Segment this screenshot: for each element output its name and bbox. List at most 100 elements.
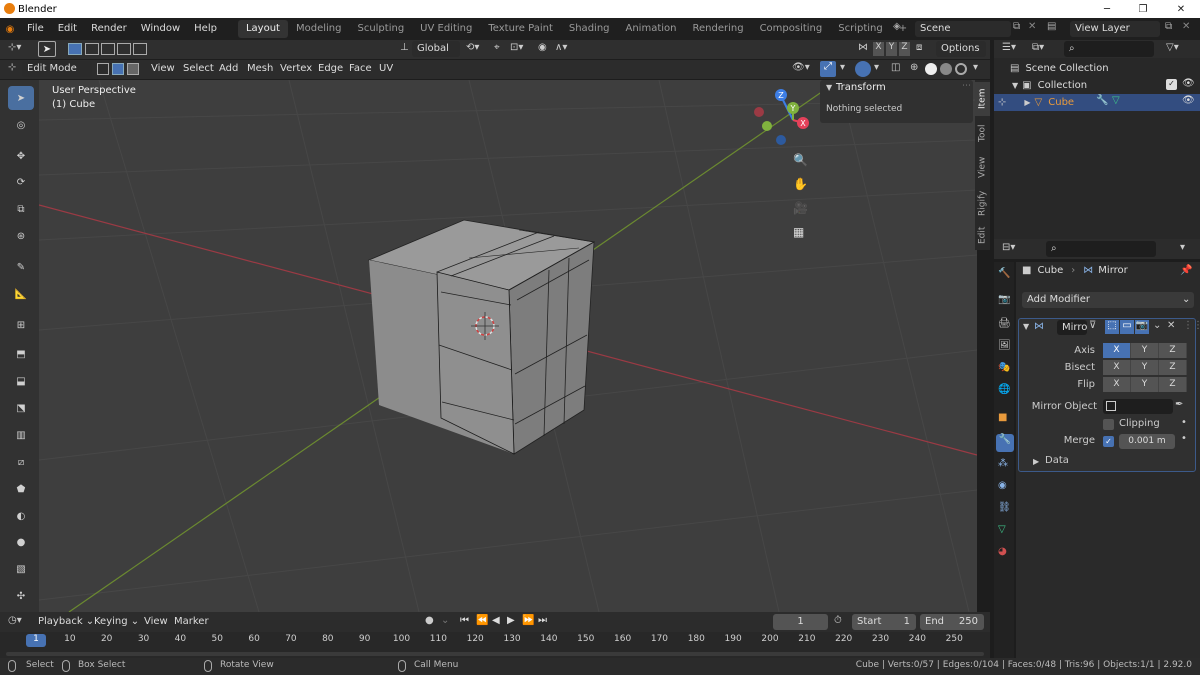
collection-exclude-checkbox[interactable]: ✓ [1166, 79, 1177, 90]
timeline-menu-playback[interactable]: Playback ⌄ [34, 611, 98, 633]
editor-type-icon[interactable]: ⊹▾ [8, 42, 21, 53]
move-tool-icon[interactable]: ✥ [8, 144, 34, 168]
clipping-checkbox[interactable] [1103, 419, 1114, 430]
overlays-icon[interactable] [855, 61, 871, 77]
physics-properties-icon[interactable]: ◉ [998, 480, 1007, 491]
select-box-tool-icon[interactable]: ➤ [8, 86, 34, 110]
bevel-tool-icon[interactable]: ⬔ [8, 396, 34, 420]
overlays-dropdown-icon[interactable]: ▾ [874, 62, 879, 73]
timeline-scrollbar[interactable] [6, 652, 984, 656]
jump-next-keyframe-icon[interactable]: ⏩ [522, 615, 534, 626]
mode-dropdown[interactable]: Edit Mode [22, 61, 92, 77]
xray-icon[interactable]: ◫ [891, 62, 900, 73]
flip-y-toggle[interactable]: Y [1131, 377, 1159, 392]
display-mode-icon[interactable]: ⧉▾ [1032, 42, 1044, 53]
edge-select-mode-icon[interactable] [112, 63, 124, 75]
modifier-menu-chevron-icon[interactable]: ⌄ [1153, 320, 1161, 331]
view-layer-selector[interactable]: View Layer [1070, 21, 1160, 37]
delete-view-layer-icon[interactable]: ✕ [1182, 21, 1196, 32]
ortho-grid-icon[interactable]: ▦ [793, 225, 811, 243]
add-cube-tool-icon[interactable]: ⊞ [8, 313, 34, 337]
workspace-tab-uv-editing[interactable]: UV Editing [412, 20, 480, 38]
mirror-object-field[interactable] [1103, 399, 1173, 414]
proportional-edit-icon[interactable]: ◉ [538, 42, 547, 53]
menu-edit[interactable]: Edit [51, 18, 84, 40]
gizmo-dropdown-icon[interactable]: ▾ [840, 62, 845, 73]
new-scene-icon[interactable]: ⧉ [1013, 21, 1027, 32]
outliner-row-cube[interactable]: ⊹ ▶ ▽ Cube 🔧 ▽ 👁 [994, 94, 1200, 111]
workspace-tab-modeling[interactable]: Modeling [288, 20, 350, 38]
3d-viewport[interactable]: User Perspective (1) Cube Z Y X 🔍 ✋ 🎥 ▦ [39, 80, 977, 612]
smooth-tool-icon[interactable]: ● [8, 530, 34, 554]
axis-x-toggle[interactable]: X [1103, 343, 1131, 358]
viewport-menu-uv[interactable]: UV [372, 58, 400, 80]
workspace-tab-animation[interactable]: Animation [618, 20, 685, 38]
select-mode-intersect-icon[interactable] [133, 43, 147, 55]
new-view-layer-icon[interactable]: ⧉ [1165, 21, 1179, 32]
outliner-search-field[interactable]: ⌕ [1064, 41, 1154, 57]
camera-view-icon[interactable]: 🎥 [793, 201, 811, 219]
workspace-tab-scripting[interactable]: Scripting [830, 20, 890, 38]
preview-range-icon[interactable]: ⏱ [834, 615, 842, 626]
maximize-button[interactable]: ❐ [1126, 0, 1160, 18]
record-keyframe-icon[interactable]: ● [425, 615, 434, 626]
play-icon[interactable]: ▶ [507, 615, 515, 626]
flip-x-toggle[interactable]: X [1103, 377, 1131, 392]
properties-search-field[interactable]: ⌕ [1046, 241, 1156, 257]
workspace-tab-layout[interactable]: Layout [237, 20, 288, 38]
menu-file[interactable]: File [20, 18, 51, 40]
clipping-keyframe-dot[interactable]: • [1181, 417, 1187, 428]
properties-options-icon[interactable]: ▾ [1180, 242, 1185, 253]
visibility-icon[interactable]: 👁▾ [792, 62, 810, 73]
jump-start-icon[interactable]: ⏮ [460, 615, 469, 626]
gizmo-neg-z[interactable] [776, 135, 786, 145]
show-in-viewport-icon[interactable]: ▭ [1120, 320, 1134, 334]
pivot-point-icon[interactable]: ⟲▾ [466, 42, 479, 53]
outliner-editor-icon[interactable]: ☰▾ [1002, 42, 1016, 53]
world-properties-icon[interactable]: 🌐 [998, 384, 1010, 395]
modifier-name-field[interactable]: Mirro [1057, 320, 1087, 335]
auto-merge-icon[interactable]: ⧈ [916, 42, 922, 53]
loop-cut-tool-icon[interactable]: ▥ [8, 423, 34, 447]
data-subpanel-label[interactable]: Data [1045, 455, 1069, 466]
transform-orientation-dropdown[interactable]: Global [412, 41, 460, 57]
modifier-collapse-icon[interactable]: ▼ [1023, 322, 1029, 331]
vertex-select-mode-icon[interactable] [97, 63, 109, 75]
rendered-shading-icon[interactable] [955, 63, 967, 75]
gizmo-neg-x[interactable] [754, 107, 764, 117]
expand-cube-icon[interactable]: ▶ [1024, 98, 1030, 107]
object-properties-icon[interactable]: ■ [998, 412, 1007, 423]
shading-dropdown-icon[interactable]: ▾ [973, 62, 978, 73]
view-layer-properties-icon[interactable]: 🖼 [998, 340, 1011, 351]
rotate-tool-icon[interactable]: ⟳ [8, 170, 34, 194]
properties-editor-icon[interactable]: ⊟▾ [1002, 242, 1015, 253]
timeline-menu-view[interactable]: View [140, 611, 172, 633]
jump-end-icon[interactable]: ⏭ [538, 615, 547, 626]
expand-collection-icon[interactable]: ▼ [1012, 81, 1018, 90]
menu-help[interactable]: Help [187, 18, 224, 40]
frame-ruler[interactable]: 1 10 20 30 40 50 60 70 80 90 100 110 120 130 140 150 160… [0, 633, 990, 649]
edit-mode-cage-icon[interactable]: ⊽ [1089, 320, 1103, 334]
outliner-row-collection[interactable]: ▼ ▣ Collection ✓ 👁 [994, 77, 1200, 94]
remove-modifier-icon[interactable]: ✕ [1167, 320, 1175, 331]
transform-tool-icon[interactable]: ⊛ [8, 224, 34, 248]
snap-icon[interactable]: ⌖ [494, 42, 500, 53]
mirror-axis-y[interactable]: Y [886, 42, 897, 56]
inset-tool-icon[interactable]: ⬓ [8, 369, 34, 393]
axis-z-toggle[interactable]: Z [1159, 343, 1187, 358]
falloff-icon[interactable]: ∧▾ [555, 42, 567, 53]
pin-icon[interactable]: 📌 [1180, 265, 1192, 276]
modifier-drag-handle-icon[interactable]: ⋮⋮ [1183, 320, 1200, 331]
spin-tool-icon[interactable]: ◐ [8, 504, 34, 528]
select-mode-subtract-icon[interactable] [101, 43, 115, 55]
select-tool-icon[interactable]: ➤ [38, 41, 56, 57]
start-frame-field[interactable]: Start 1 [852, 614, 916, 630]
particle-properties-icon[interactable]: ⁂ [998, 458, 1008, 469]
axis-y-toggle[interactable]: Y [1131, 343, 1159, 358]
merge-keyframe-dot[interactable]: • [1181, 433, 1187, 444]
merge-distance-field[interactable]: 0.001 m [1119, 434, 1175, 449]
scale-tool-icon[interactable]: ⧉ [8, 197, 34, 221]
face-select-mode-icon[interactable] [127, 63, 139, 75]
collapse-icon[interactable]: ▼ [826, 83, 832, 92]
end-frame-field[interactable]: End 250 [920, 614, 984, 630]
